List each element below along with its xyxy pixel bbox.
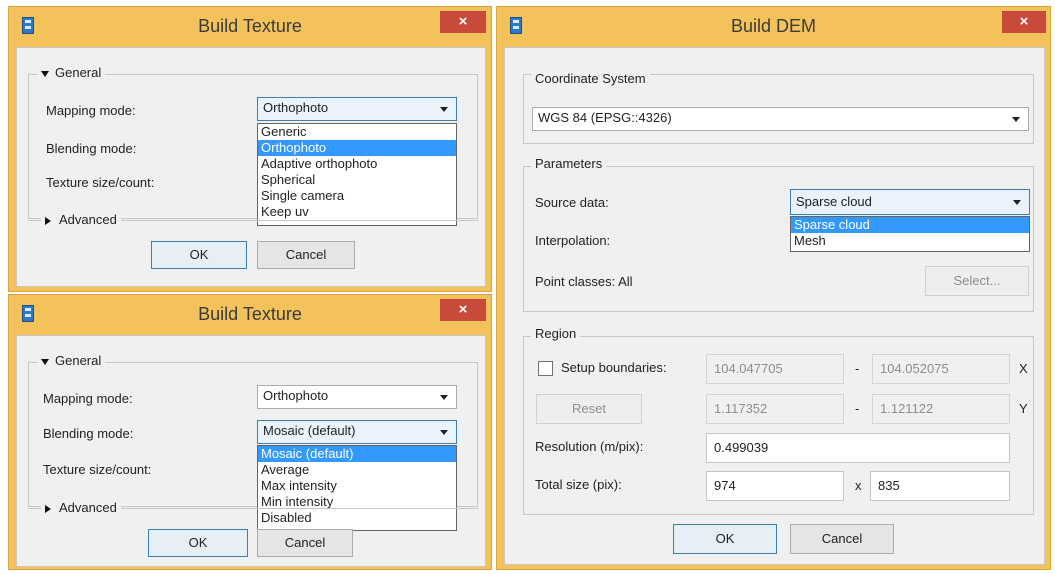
total-size-label: Total size (pix): xyxy=(535,477,622,492)
y-max-field[interactable]: 1.121122 xyxy=(872,394,1010,424)
blending-mode-select[interactable]: Mosaic (default) xyxy=(257,420,457,444)
expand-caret-icon xyxy=(41,70,49,77)
blending-mode-dropdown: Mosaic (default) Average Max intensity M… xyxy=(257,445,457,531)
setup-boundaries-label: Setup boundaries: xyxy=(561,360,667,375)
setup-boundaries-checkbox[interactable] xyxy=(538,361,553,376)
build-texture-dialog-2: Build Texture × General Mapping mode: Or… xyxy=(8,294,492,570)
x-axis-label: X xyxy=(1019,361,1028,376)
dropdown-option[interactable]: Adaptive orthophoto xyxy=(258,156,456,172)
dash-separator: - xyxy=(855,401,860,416)
times-separator: x xyxy=(855,478,862,493)
select-button[interactable]: Select... xyxy=(925,266,1029,296)
ok-button[interactable]: OK xyxy=(673,524,777,554)
x-max-field[interactable]: 104.052075 xyxy=(872,354,1010,384)
expand-caret-icon xyxy=(45,504,51,513)
dialog-client-area: General Mapping mode: Orthophoto Blendin… xyxy=(16,47,486,287)
expand-caret-icon xyxy=(45,216,51,225)
dropdown-option[interactable]: Spherical xyxy=(258,172,456,188)
cancel-button[interactable]: Cancel xyxy=(790,524,894,554)
close-button[interactable]: × xyxy=(440,11,486,33)
chevron-down-icon xyxy=(440,430,448,435)
cancel-button[interactable]: Cancel xyxy=(257,241,355,269)
advanced-group-caption[interactable]: Advanced xyxy=(41,500,121,515)
total-width-field[interactable]: 974 xyxy=(706,471,844,501)
chevron-down-icon xyxy=(440,395,448,400)
coordinate-system-caption: Coordinate System xyxy=(531,71,650,86)
dropdown-option[interactable]: Disabled xyxy=(258,510,456,526)
close-button[interactable]: × xyxy=(1002,11,1046,33)
dropdown-option[interactable]: Single camera xyxy=(258,188,456,204)
y-min-field[interactable]: 1.117352 xyxy=(706,394,844,424)
resolution-label: Resolution (m/pix): xyxy=(535,439,644,454)
chevron-down-icon xyxy=(440,107,448,112)
dropdown-option-selected[interactable]: Sparse cloud xyxy=(791,217,1029,233)
dialog-title: Build Texture xyxy=(198,304,302,324)
build-dem-dialog: Build DEM × Coordinate System WGS 84 (EP… xyxy=(496,6,1051,570)
chevron-down-icon xyxy=(1012,117,1020,122)
build-texture-dialog-1: Build Texture × General Mapping mode: Or… xyxy=(8,6,492,292)
dropdown-option[interactable]: Mesh xyxy=(791,233,1029,249)
dialog-client-area: Coordinate System WGS 84 (EPSG::4326) Pa… xyxy=(504,47,1045,565)
parameters-caption: Parameters xyxy=(531,156,607,171)
dropdown-option[interactable]: Max intensity xyxy=(258,478,456,494)
dropdown-option-selected[interactable]: Orthophoto xyxy=(258,140,456,156)
dropdown-option-selected[interactable]: Mosaic (default) xyxy=(258,446,456,462)
interpolation-label: Interpolation: xyxy=(535,233,611,248)
region-caption: Region xyxy=(531,326,581,341)
resolution-field[interactable]: 0.499039 xyxy=(706,433,1010,463)
general-group-caption[interactable]: General xyxy=(37,353,106,368)
y-axis-label: Y xyxy=(1019,401,1028,416)
source-data-select[interactable]: Sparse cloud xyxy=(790,189,1030,215)
mapping-mode-dropdown: Generic Orthophoto Adaptive orthophoto S… xyxy=(257,123,457,226)
dialog-title: Build Texture xyxy=(198,16,302,36)
dropdown-option[interactable]: Keep uv xyxy=(258,204,456,220)
ok-button[interactable]: OK xyxy=(151,241,247,269)
total-height-field[interactable]: 835 xyxy=(870,471,1010,501)
source-data-label: Source data: xyxy=(535,195,609,210)
chevron-down-icon xyxy=(1013,200,1021,205)
mapping-mode-select[interactable]: Orthophoto xyxy=(257,385,457,409)
blending-mode-label: Blending mode: xyxy=(43,426,134,441)
ok-button[interactable]: OK xyxy=(148,529,248,557)
dash-separator: - xyxy=(855,361,860,376)
texture-size-label: Texture size/count: xyxy=(46,175,155,190)
mapping-mode-label: Mapping mode: xyxy=(43,391,133,406)
blending-mode-label: Blending mode: xyxy=(46,141,137,156)
dialog-client-area: General Mapping mode: Orthophoto Blendin… xyxy=(16,335,486,567)
x-min-field[interactable]: 104.047705 xyxy=(706,354,844,384)
title-bar[interactable]: Build Texture × xyxy=(9,295,491,333)
reset-button[interactable]: Reset xyxy=(536,394,642,424)
dialog-title: Build DEM xyxy=(730,16,817,36)
texture-size-label: Texture size/count: xyxy=(43,462,152,477)
mapping-mode-label: Mapping mode: xyxy=(46,103,136,118)
coordinate-system-select[interactable]: WGS 84 (EPSG::4326) xyxy=(532,107,1029,131)
advanced-group-caption[interactable]: Advanced xyxy=(41,212,121,227)
expand-caret-icon xyxy=(41,358,49,365)
mapping-mode-select[interactable]: Orthophoto xyxy=(257,97,457,121)
point-classes-label: Point classes: All xyxy=(535,274,633,289)
title-bar[interactable]: Build Texture × xyxy=(9,7,491,45)
cancel-button[interactable]: Cancel xyxy=(257,529,353,557)
source-data-dropdown: Sparse cloud Mesh xyxy=(790,216,1030,252)
dropdown-option[interactable]: Generic xyxy=(258,124,456,140)
title-bar[interactable]: Build DEM × xyxy=(497,7,1050,45)
dropdown-option[interactable]: Average xyxy=(258,462,456,478)
close-button[interactable]: × xyxy=(440,299,486,321)
general-group-caption[interactable]: General xyxy=(37,65,106,80)
